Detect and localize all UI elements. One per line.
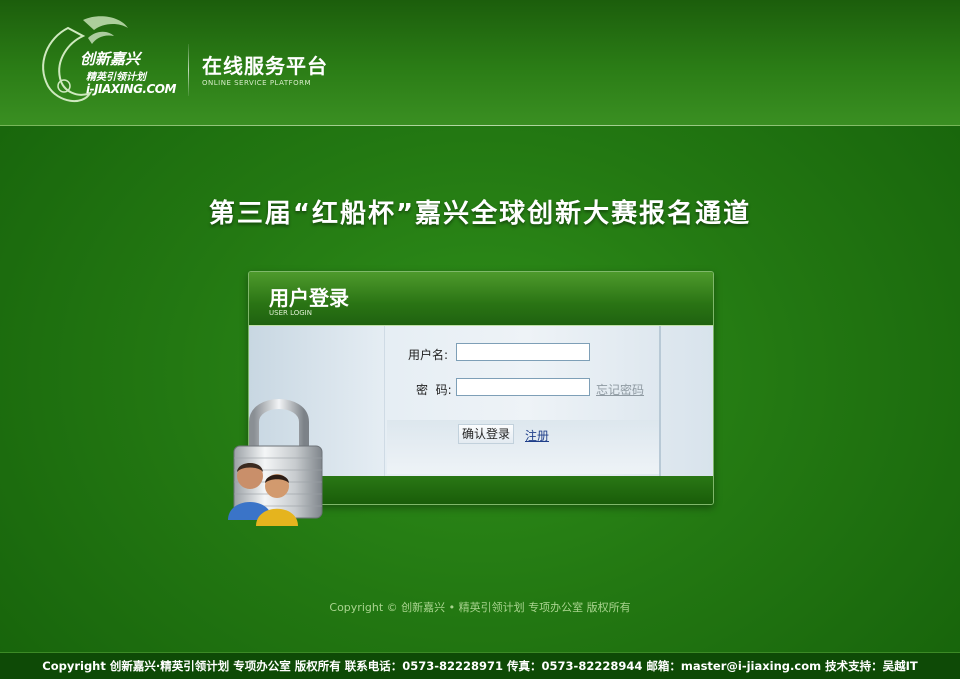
logo-line3: i-JIAXING.COM <box>86 82 176 96</box>
copyright-notice: Copyright © 创新嘉兴 • 精英引领计划 专项办公室 版权所有 <box>329 601 631 614</box>
logo-line1: 创新嘉兴 <box>80 50 141 68</box>
forgot-password-link[interactable]: 忘记密码 <box>596 381 644 398</box>
site-logo[interactable]: 创新嘉兴 精英引领计划 i-JIAXING.COM <box>28 8 178 108</box>
header-divider <box>188 44 189 96</box>
form-side-divider <box>659 326 661 476</box>
username-label: 用户名: <box>408 348 449 362</box>
footer-text: Copyright 创新嘉兴·精英引领计划 专项办公室 版权所有 联系电话：05… <box>42 659 918 673</box>
site-header: 创新嘉兴 精英引领计划 i-JIAXING.COM 在线服务平台 ONLINE … <box>0 0 960 126</box>
username-input[interactable] <box>456 343 590 361</box>
form-divider <box>384 326 385 476</box>
button-area <box>387 420 659 474</box>
logo-line2: 精英引领计划 <box>86 72 146 83</box>
password-input[interactable] <box>456 378 590 396</box>
register-link[interactable]: 注册 <box>525 427 549 444</box>
site-footer: Copyright 创新嘉兴·精英引领计划 专项办公室 版权所有 联系电话：05… <box>0 652 960 679</box>
login-subtitle: USER LOGIN <box>269 309 312 317</box>
page-title: 第三届“红船杯”嘉兴全球创新大赛报名通道 <box>208 199 752 229</box>
padlock-users-icon <box>228 399 323 526</box>
login-header: 用户登录 USER LOGIN <box>249 272 713 326</box>
platform-title: 在线服务平台 <box>202 54 328 78</box>
login-button[interactable]: 确认登录 <box>458 424 515 444</box>
password-label: 密 码: <box>416 383 452 397</box>
login-title: 用户登录 <box>269 286 349 310</box>
platform-subtitle: ONLINE SERVICE PLATFORM <box>202 79 312 87</box>
